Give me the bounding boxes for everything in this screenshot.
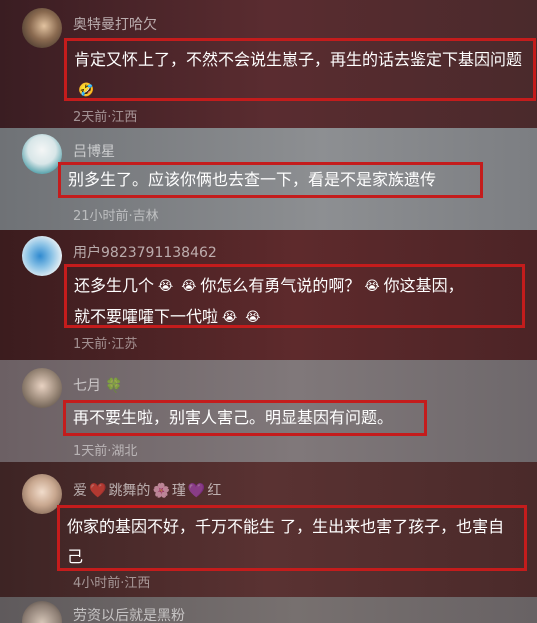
comment-meta: 2天前·江西	[73, 110, 138, 125]
comment-username[interactable]: 用户9823791138462	[73, 242, 217, 262]
comment-text-part: 你这基因，	[383, 276, 464, 295]
comment-text-highlighted[interactable]: 你家的基因不好，千万不能生 了，生出来也害了孩子，也害自己	[57, 505, 527, 571]
comment-card: 吕博星 别多生了。应该你俩也去查一下，看是不是家族遗传 21小时前·吉林	[0, 128, 537, 230]
flower-icon: 🌸	[152, 483, 170, 499]
comment-meta: 21小时前·吉林	[73, 209, 159, 224]
clover-icon: 🍀	[105, 378, 123, 394]
comment-text-highlighted[interactable]: 还多生几个 😭 😭 你怎么有勇气说的啊？ 😭 你这基因， 就不要嚯嚯下一代啦 😭 😭	[64, 264, 525, 328]
avatar[interactable]	[22, 474, 62, 514]
comment-text-part: 就不要嚯嚯下一代啦	[74, 307, 219, 326]
username-text: 跳舞的	[108, 483, 151, 499]
avatar[interactable]	[22, 236, 62, 276]
comment-username[interactable]: 吕博星	[73, 141, 115, 161]
comment-text: 你家的基因不好，千万不能生 了，生出来也害了孩子，也害自己	[67, 517, 505, 566]
comment-text: 肯定又怀上了，不然不会说生崽子，再生的话去鉴定下基因问题	[74, 50, 523, 69]
crying-emoji-icon: 😭	[364, 279, 380, 294]
comment-meta: 4小时前·江西	[73, 576, 151, 591]
comment-username[interactable]: 劳资以后就是黑粉	[73, 605, 185, 623]
crying-emoji-icon: 😭	[222, 310, 238, 325]
comment-text-part: 还多生几个	[74, 276, 155, 295]
username-text: 红	[207, 483, 222, 499]
comment-card: 奥特曼打哈欠 肯定又怀上了，不然不会说生崽子，再生的话去鉴定下基因问题 🤣 2天前…	[0, 0, 537, 128]
crying-emoji-icon: 😭	[158, 279, 174, 294]
avatar[interactable]	[22, 368, 62, 408]
comment-text-highlighted[interactable]: 肯定又怀上了，不然不会说生崽子，再生的话去鉴定下基因问题 🤣	[64, 38, 536, 101]
purple-heart-icon: 💜	[187, 483, 206, 499]
comment-username[interactable]: 七月 🍀	[73, 375, 122, 395]
comment-username[interactable]: 奥特曼打哈欠	[73, 14, 157, 34]
comment-meta: 1天前·湖北	[73, 444, 138, 459]
red-heart-icon: ❤️	[89, 483, 107, 499]
comment-card: 爱 ❤️ 跳舞的 🌸 瑾 💜 红 你家的基因不好，千万不能生 了，生出来也害了孩子，也害自己…	[0, 462, 537, 597]
crying-emoji-icon: 😭	[181, 279, 197, 294]
comment-card: 七月 🍀 再不要生啦，别害人害己。明显基因有问题。 1天前·湖北	[0, 360, 537, 462]
rofl-emoji-icon: 🤣	[78, 83, 95, 98]
comment-text-highlighted[interactable]: 再不要生啦，别害人害己。明显基因有问题。	[63, 400, 427, 436]
comment-card: 用户9823791138462 还多生几个 😭 😭 你怎么有勇气说的啊？ 😭 你这基因， …	[0, 230, 537, 360]
username-text: 爱	[73, 483, 87, 499]
crying-emoji-icon: 😭	[245, 310, 261, 325]
avatar[interactable]	[22, 601, 62, 623]
comment-text: 再不要生啦，别害人害己。明显基因有问题。	[73, 408, 394, 427]
comment-card: 劳资以后就是黑粉	[0, 597, 537, 623]
comment-text-part: 你怎么有勇气说的啊？	[200, 276, 361, 295]
username-text: 七月	[73, 378, 101, 394]
username-text: 瑾	[171, 483, 186, 499]
comment-username[interactable]: 爱 ❤️ 跳舞的 🌸 瑾 💜 红	[73, 480, 221, 500]
avatar[interactable]	[22, 8, 62, 48]
comment-text-highlighted[interactable]: 别多生了。应该你俩也去查一下，看是不是家族遗传	[58, 162, 483, 198]
comment-meta: 1天前·江苏	[73, 337, 138, 352]
avatar[interactable]	[22, 134, 62, 174]
comment-text: 别多生了。应该你俩也去查一下，看是不是家族遗传	[68, 170, 437, 189]
